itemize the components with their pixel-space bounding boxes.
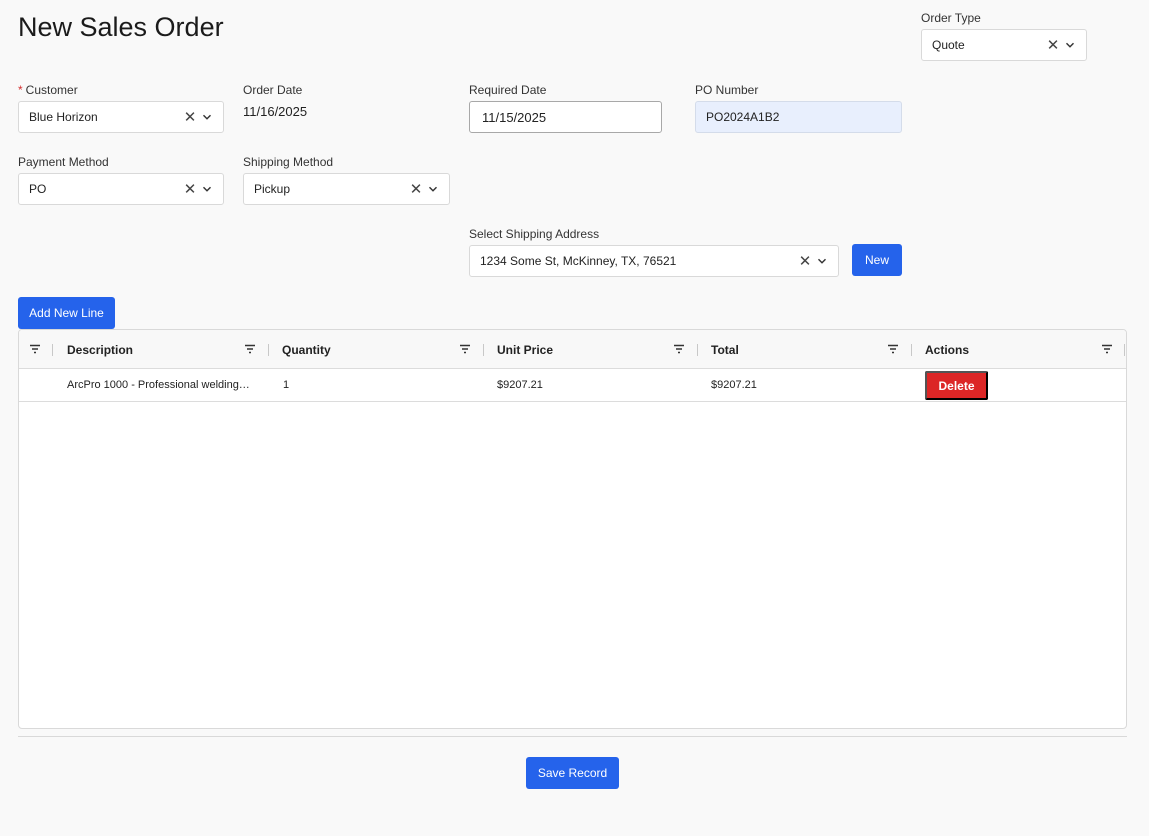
add-new-line-button[interactable]: Add New Line (18, 297, 115, 329)
chevron-down-icon[interactable] (1064, 39, 1076, 51)
shipping-method-label: Shipping Method (243, 155, 334, 169)
po-number-value: PO2024A1B2 (706, 110, 780, 124)
new-address-button[interactable]: New (852, 244, 902, 276)
save-record-button[interactable]: Save Record (526, 757, 619, 789)
order-lines-grid: Description Quantity Unit Price Total Ac… (18, 329, 1127, 729)
shipping-address-value: 1234 Some St, McKinney, TX, 76521 (480, 254, 677, 268)
column-separator[interactable] (911, 344, 912, 356)
column-header-actions[interactable]: Actions (925, 330, 969, 369)
shipping-address-select[interactable]: 1234 Some St, McKinney, TX, 76521 ✕ (469, 245, 839, 277)
column-separator[interactable] (52, 344, 53, 356)
required-date-label: Required Date (469, 83, 547, 97)
close-icon[interactable]: ✕ (183, 110, 197, 125)
order-date-value: 11/16/2025 (243, 104, 308, 119)
payment-method-label: Payment Method (18, 155, 109, 169)
cell-description[interactable]: ArcPro 1000 - Professional welding… (67, 369, 263, 401)
filter-icon[interactable] (887, 343, 899, 355)
close-icon[interactable]: ✕ (798, 254, 812, 269)
customer-label-text: Customer (25, 83, 78, 97)
order-date-label: Order Date (243, 83, 303, 97)
required-date-input[interactable]: 11/15/2025 (469, 101, 662, 133)
column-separator[interactable] (697, 344, 698, 356)
filter-icon[interactable] (29, 343, 41, 355)
cell-unit-price[interactable]: $9207.21 (497, 369, 543, 401)
close-icon[interactable]: ✕ (183, 182, 197, 197)
column-separator[interactable] (1124, 344, 1125, 356)
shipping-method-select[interactable]: Pickup ✕ (243, 173, 450, 205)
payment-method-value: PO (29, 182, 47, 196)
required-date-value: 11/15/2025 (482, 109, 547, 125)
customer-label: * Customer (18, 83, 78, 97)
column-header-unit-price[interactable]: Unit Price (497, 330, 553, 369)
table-row[interactable]: ArcPro 1000 - Professional welding… 1 $9… (19, 369, 1126, 402)
delete-line-button[interactable]: Delete (925, 371, 988, 400)
chevron-down-icon[interactable] (201, 183, 213, 195)
chevron-down-icon[interactable] (816, 255, 828, 267)
filter-icon[interactable] (459, 343, 471, 355)
po-number-label: PO Number (695, 83, 759, 97)
column-header-quantity[interactable]: Quantity (282, 330, 331, 369)
column-header-description[interactable]: Description (67, 330, 133, 369)
column-header-total[interactable]: Total (711, 330, 739, 369)
po-number-input[interactable]: PO2024A1B2 (695, 101, 902, 133)
chevron-down-icon[interactable] (201, 111, 213, 123)
filter-icon[interactable] (1101, 343, 1113, 355)
grid-header: Description Quantity Unit Price Total Ac… (19, 330, 1126, 369)
shipping-address-label: Select Shipping Address (469, 227, 600, 241)
cell-quantity[interactable]: 1 (283, 369, 289, 401)
filter-icon[interactable] (244, 343, 256, 355)
close-icon[interactable]: ✕ (1046, 38, 1060, 53)
order-type-value: Quote (932, 38, 965, 52)
footer-divider (18, 736, 1127, 737)
shipping-method-value: Pickup (254, 182, 291, 196)
filter-icon[interactable] (673, 343, 685, 355)
close-icon[interactable]: ✕ (409, 182, 423, 197)
column-separator[interactable] (483, 344, 484, 356)
order-type-label: Order Type (921, 11, 981, 25)
payment-method-select[interactable]: PO ✕ (18, 173, 224, 205)
page-title: New Sales Order (18, 12, 224, 42)
customer-value: Blue Horizon (29, 110, 98, 124)
cell-total[interactable]: $9207.21 (711, 369, 757, 401)
order-type-select[interactable]: Quote ✕ (921, 29, 1087, 61)
column-separator[interactable] (268, 344, 269, 356)
required-indicator: * (18, 83, 23, 97)
customer-select[interactable]: Blue Horizon ✕ (18, 101, 224, 133)
chevron-down-icon[interactable] (427, 183, 439, 195)
